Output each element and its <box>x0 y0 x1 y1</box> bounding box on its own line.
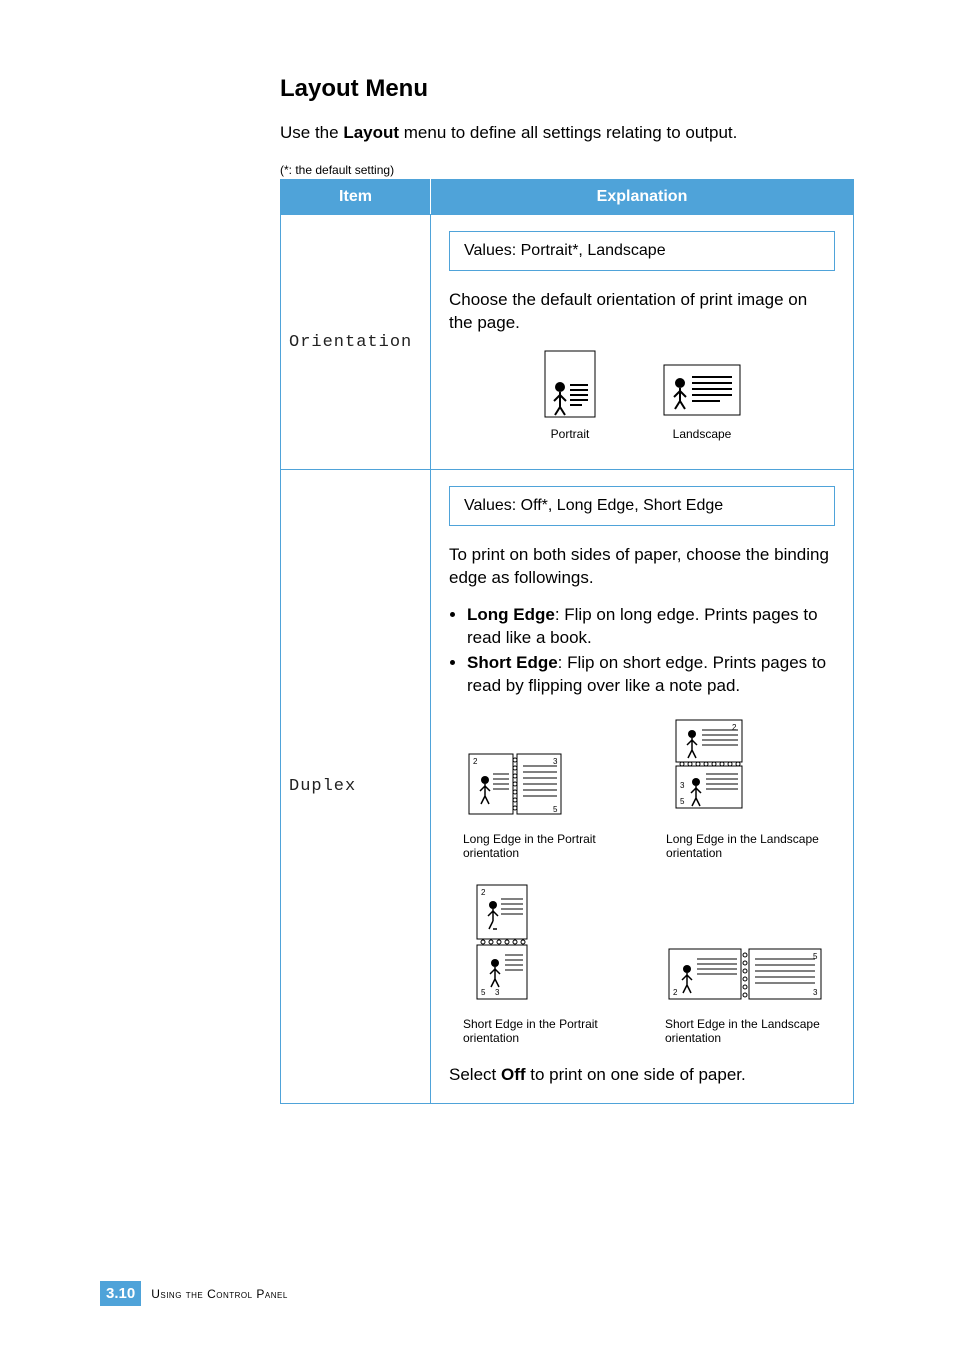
select-off-text: Select Off to print on one side of paper… <box>449 1065 835 1085</box>
shortedge-portrait-icon: 2 <box>463 881 543 1011</box>
intro-bold: Layout <box>343 123 399 142</box>
caption-se-landscape: Short Edge in the Landscape orientation <box>665 1017 835 1046</box>
select-prefix: Select <box>449 1065 501 1084</box>
illus-longedge-landscape: 2 <box>666 716 835 861</box>
illus-portrait: Portrait <box>540 349 600 441</box>
chapter-number: 3. <box>106 1285 119 1302</box>
caption-le-portrait: Long Edge in the Portrait orientation <box>463 832 616 861</box>
svg-text:3: 3 <box>495 988 500 997</box>
svg-text:5: 5 <box>680 797 685 806</box>
item-duplex: Duplex <box>281 470 431 1104</box>
intro-prefix: Use the <box>280 123 343 142</box>
values-box-duplex: Values: Off*, Long Edge, Short Edge <box>449 486 835 526</box>
section-heading: Layout Menu <box>280 75 854 103</box>
table-row: Orientation Values: Portrait*, Landscape… <box>281 215 854 470</box>
desc-duplex: To print on both sides of paper, choose … <box>449 544 835 590</box>
svg-text:3: 3 <box>553 757 558 766</box>
layout-menu-table: Item Explanation Orientation Values: Por… <box>280 179 854 1104</box>
select-suffix: to print on one side of paper. <box>526 1065 746 1084</box>
svg-text:5: 5 <box>553 805 558 814</box>
item-orientation: Orientation <box>281 215 431 470</box>
intro-text: Use the Layout menu to define all settin… <box>280 123 854 143</box>
caption-se-portrait: Short Edge in the Portrait orientation <box>463 1017 615 1046</box>
explanation-duplex: Values: Off*, Long Edge, Short Edge To p… <box>431 470 854 1104</box>
footer-text: Using the Control Panel <box>151 1287 288 1301</box>
svg-text:2: 2 <box>732 723 737 732</box>
shortedge-landscape-icon: 2 <box>665 941 835 1011</box>
select-bold: Off <box>501 1065 526 1084</box>
intro-suffix: menu to define all settings relating to … <box>399 123 737 142</box>
page-number: 10 <box>119 1285 136 1302</box>
caption-portrait: Portrait <box>540 427 600 441</box>
svg-text:2: 2 <box>473 757 478 766</box>
illus-longedge-portrait: 2 <box>463 746 616 861</box>
bullet-long-edge: Long Edge: Flip on long edge. Prints pag… <box>467 604 835 650</box>
bullet-short-edge: Short Edge: Flip on short edge. Prints p… <box>467 652 835 698</box>
svg-text:2: 2 <box>673 988 678 997</box>
illus-shortedge-landscape: 2 <box>665 941 835 1046</box>
bullet-bold: Long Edge <box>467 605 555 624</box>
svg-text:5: 5 <box>813 952 818 961</box>
caption-landscape: Landscape <box>660 427 744 441</box>
portrait-page-icon <box>540 349 600 421</box>
longedge-landscape-icon: 2 <box>666 716 756 826</box>
illus-shortedge-portrait: 2 <box>463 881 615 1046</box>
default-setting-note: (*: the default setting) <box>280 163 854 177</box>
bullet-bold: Short Edge <box>467 653 558 672</box>
svg-text:3: 3 <box>813 988 818 997</box>
svg-text:3: 3 <box>680 781 685 790</box>
col-header-item: Item <box>281 180 431 215</box>
values-box-orientation: Values: Portrait*, Landscape <box>449 231 835 271</box>
page-number-badge: 3.10 <box>100 1281 141 1306</box>
illus-landscape: Landscape <box>660 361 744 441</box>
landscape-page-icon <box>660 361 744 421</box>
col-header-explanation: Explanation <box>431 180 854 215</box>
explanation-orientation: Values: Portrait*, Landscape Choose the … <box>431 215 854 470</box>
svg-text:2: 2 <box>481 888 486 897</box>
svg-text:5: 5 <box>481 988 486 997</box>
caption-le-landscape: Long Edge in the Landscape orientation <box>666 832 835 861</box>
page-footer: 3.10 Using the Control Panel <box>100 1281 288 1306</box>
table-row: Duplex Values: Off*, Long Edge, Short Ed… <box>281 470 854 1104</box>
desc-orientation: Choose the default orientation of print … <box>449 289 835 335</box>
duplex-bullets: Long Edge: Flip on long edge. Prints pag… <box>467 604 835 698</box>
longedge-portrait-icon: 2 <box>463 746 573 826</box>
